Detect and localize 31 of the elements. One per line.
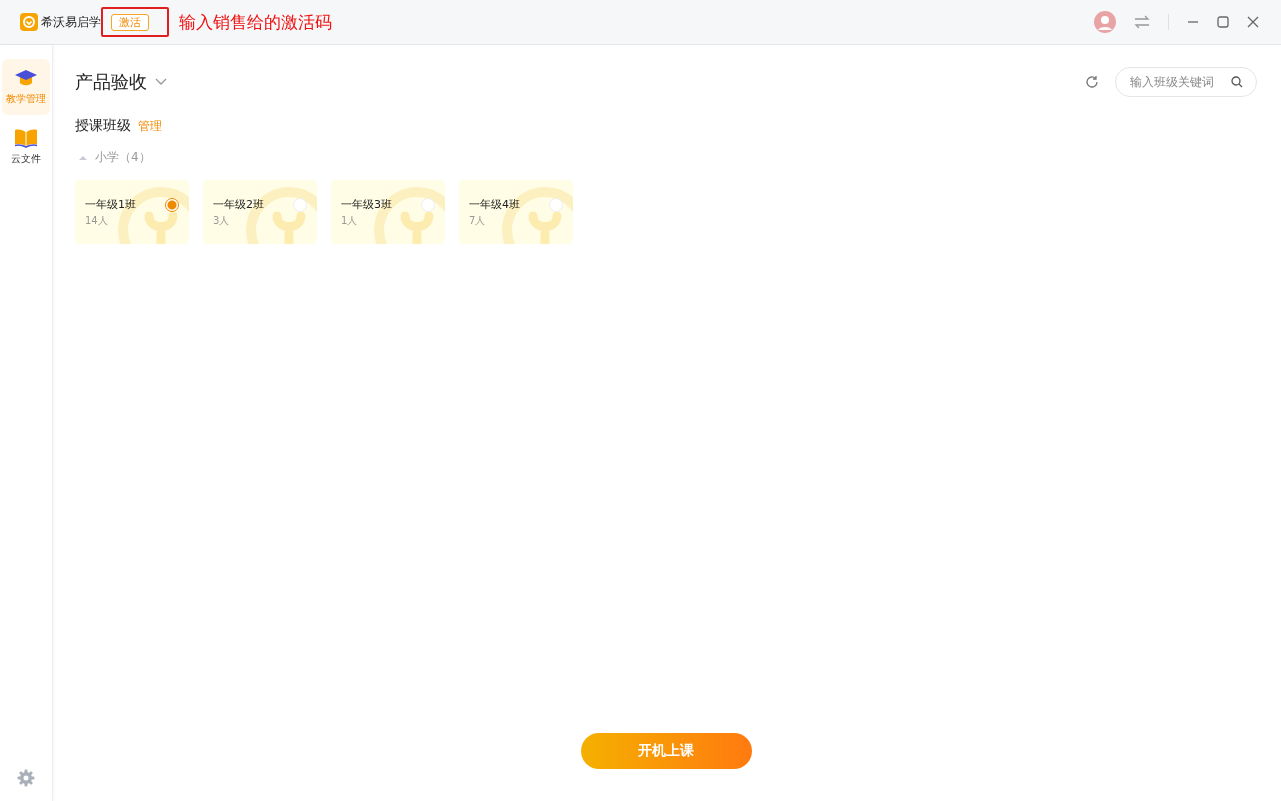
- radio-button[interactable]: [165, 198, 179, 212]
- class-name: 一年级1班: [85, 196, 136, 212]
- collapse-triangle-icon[interactable]: [79, 154, 87, 161]
- class-name: 一年级3班: [341, 196, 392, 212]
- student-count: 3人: [213, 213, 231, 228]
- refresh-icon[interactable]: [1085, 75, 1099, 89]
- class-card[interactable]: 一年级4班 7人: [459, 180, 573, 244]
- student-count: 7人: [469, 213, 487, 228]
- student-count: 1人: [341, 213, 359, 228]
- class-name: 一年级4班: [469, 196, 520, 212]
- search-field[interactable]: 输入班级关键词: [1115, 67, 1257, 97]
- section-title: 授课班级: [75, 117, 131, 135]
- search-icon[interactable]: [1231, 76, 1243, 88]
- page-title-dropdown[interactable]: 产品验收: [75, 70, 147, 94]
- annotation-text: 输入销售给的激活码: [179, 10, 332, 34]
- class-name: 一年级2班: [213, 196, 264, 212]
- chevron-down-icon[interactable]: [155, 78, 167, 86]
- avatar-icon[interactable]: [1094, 11, 1116, 33]
- class-card[interactable]: 一年级1班 14人: [75, 180, 189, 244]
- student-count: 14人: [85, 213, 109, 228]
- class-card[interactable]: 一年级2班 3人: [203, 180, 317, 244]
- settings-icon[interactable]: [17, 769, 35, 787]
- graduation-cap-icon: [14, 68, 38, 88]
- app-name: 希沃易启学: [41, 13, 101, 31]
- switch-icon[interactable]: [1134, 15, 1150, 29]
- app-logo-icon: [20, 13, 38, 31]
- class-card[interactable]: 一年级3班 1人: [331, 180, 445, 244]
- close-icon[interactable]: [1247, 16, 1259, 28]
- book-icon: [14, 128, 38, 148]
- maximize-icon[interactable]: [1217, 16, 1229, 28]
- sidebar-item[interactable]: 云文件: [2, 119, 50, 175]
